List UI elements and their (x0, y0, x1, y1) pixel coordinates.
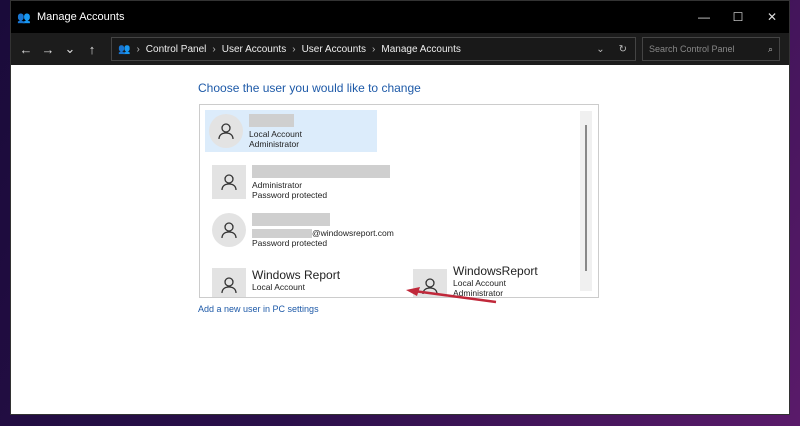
breadcrumb-control-panel[interactable]: Control Panel (146, 44, 207, 55)
redacted-name (249, 114, 294, 127)
search-icon[interactable]: ⌕ (768, 44, 773, 55)
account-role: Administrator (252, 180, 303, 190)
close-button[interactable]: ✕ (755, 10, 789, 24)
account-role: Administrator (249, 139, 300, 149)
user-avatar-icon (209, 114, 243, 148)
breadcrumb-manage-accounts[interactable]: Manage Accounts (381, 44, 461, 55)
title-bar: 👥 Manage Accounts — ☐ ✕ (11, 1, 789, 33)
breadcrumb-separator: › (212, 43, 216, 55)
users-icon: 👥 (17, 12, 31, 24)
user-avatar-icon (212, 268, 246, 297)
account-item-3[interactable]: @windowsreport.com Password protected (212, 213, 394, 248)
content-area: Choose the user you would like to change… (11, 65, 789, 414)
redacted-email (252, 228, 312, 238)
breadcrumb-user-accounts[interactable]: User Accounts (222, 44, 286, 55)
refresh-icon[interactable]: ↻ (619, 44, 627, 55)
redacted-name (252, 165, 390, 178)
redacted-name (252, 213, 330, 226)
scrollbar[interactable] (580, 111, 592, 291)
minimize-button[interactable]: — (687, 10, 721, 24)
recent-locations-button[interactable]: ⌄ (59, 41, 81, 57)
manage-accounts-window: 👥 Manage Accounts — ☐ ✕ ← → ⌄ ↑ 👥 › Cont… (10, 0, 790, 415)
account-status: Password protected (252, 238, 328, 248)
breadcrumb-user-accounts-2[interactable]: User Accounts (302, 44, 366, 55)
back-button[interactable]: ← (15, 42, 37, 57)
account-item-2[interactable]: Administrator Password protected (212, 165, 390, 200)
add-user-link[interactable]: Add a new user in PC settings (198, 304, 319, 314)
account-type: Local Account (249, 129, 302, 139)
breadcrumb-separator: › (372, 43, 376, 55)
forward-button[interactable]: → (37, 42, 59, 57)
account-item-1[interactable]: Local Account Administrator (205, 110, 377, 152)
search-placeholder: Search Control Panel (649, 44, 735, 54)
account-name: Windows Report (252, 268, 341, 282)
account-type: Local Account (252, 282, 305, 292)
account-item-4[interactable]: Windows Report Local Account (212, 268, 341, 297)
user-avatar-icon (212, 165, 246, 199)
maximize-button[interactable]: ☐ (721, 10, 755, 24)
window-title: Manage Accounts (37, 11, 125, 23)
account-name: WindowsReport (453, 264, 538, 278)
account-status: Password protected (252, 190, 328, 200)
up-button[interactable]: ↑ (81, 42, 103, 57)
address-dropdown-icon[interactable]: ⌄ (596, 44, 604, 55)
breadcrumb-separator: › (136, 43, 140, 55)
annotation-arrow-icon (406, 287, 497, 304)
navigation-toolbar: ← → ⌄ ↑ 👥 › Control Panel › User Account… (11, 33, 789, 65)
search-input[interactable]: Search Control Panel ⌕ (642, 37, 780, 61)
breadcrumb-separator: › (292, 43, 296, 55)
users-icon: 👥 (118, 43, 131, 55)
page-title: Choose the user you would like to change (198, 81, 421, 95)
user-avatar-icon (212, 213, 246, 247)
account-email: @windowsreport.com (312, 228, 394, 238)
scrollbar-thumb[interactable] (585, 125, 587, 271)
address-bar[interactable]: 👥 › Control Panel › User Accounts › User… (111, 37, 636, 61)
account-list: Local Account Administrator Administrato… (199, 104, 599, 298)
